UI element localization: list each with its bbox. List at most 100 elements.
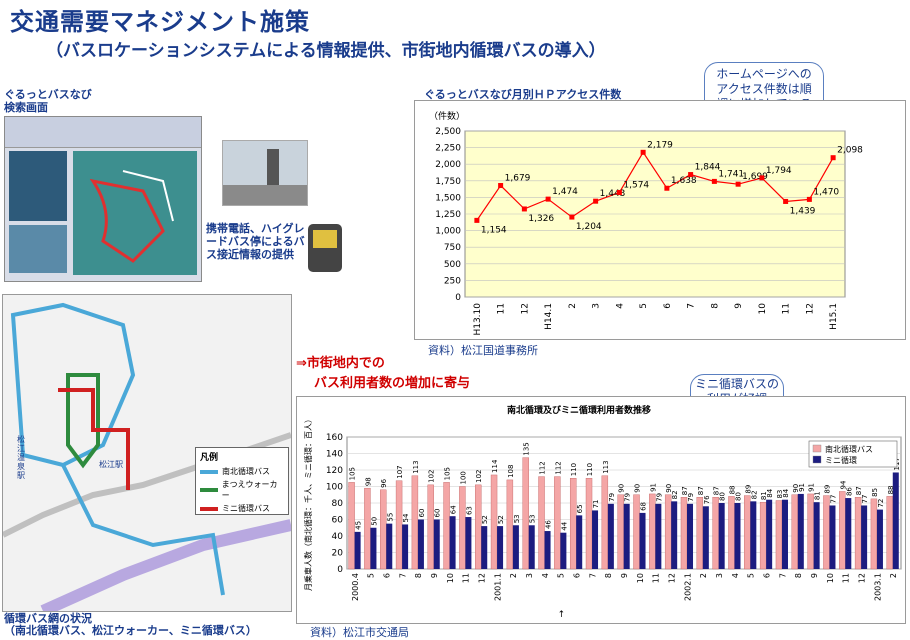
x-tick-label: 12: [805, 303, 815, 314]
bar-value-label: 85: [871, 488, 879, 497]
bar-value-label: 113: [412, 460, 420, 473]
bar-mini: [671, 501, 678, 569]
bar-value-label: 68: [640, 502, 648, 511]
bar-nanboku: [475, 484, 482, 570]
bar-mini: [402, 524, 409, 569]
bar-mini: [607, 503, 614, 569]
bar-value-label: 110: [570, 463, 578, 476]
bar-value-label: 80: [734, 492, 742, 501]
bar-value-label: 88: [887, 485, 895, 494]
search-screen-image: [4, 116, 202, 282]
access-data-point: [521, 206, 527, 212]
bar-mini: [623, 503, 630, 569]
bar-mini: [465, 517, 472, 569]
y-tick-label: 1,250: [435, 210, 461, 220]
access-data-point: [474, 217, 480, 223]
y-tick-label: 160: [326, 433, 343, 443]
bar-value-label: 84: [782, 488, 790, 497]
access-data-label: 1,470: [813, 187, 839, 197]
x-tick-label: H15.1: [829, 303, 839, 330]
bar-nanboku: [870, 498, 878, 570]
bar-value-label: 52: [481, 515, 489, 524]
bar-value-label: 113: [602, 460, 610, 473]
bar-nanboku: [585, 478, 593, 570]
bar-mini: [797, 493, 804, 569]
bar-nanboku: [617, 494, 624, 570]
bar-value-label: 54: [402, 513, 410, 522]
access-data-point: [688, 172, 694, 178]
x-tick-label: 2000.4: [351, 573, 360, 601]
bar-nanboku: [759, 501, 767, 570]
bar-value-label: 77: [861, 495, 869, 504]
map-caption-line2: （南北循環バス、松江ウォーカー、ミニ循環バス）: [4, 624, 257, 637]
access-line-chart: （件数） 0 250 500 750 1,000 1,250 1,500 1,750 2,000 2…: [414, 100, 906, 340]
bar-value-label: 105: [444, 467, 452, 480]
bar-value-label: 76: [703, 495, 711, 504]
x-tick-label: 2: [509, 573, 518, 578]
bar-nanboku: [886, 496, 893, 570]
bar-nanboku: [522, 457, 529, 570]
access-data-label: 2,179: [647, 140, 673, 150]
bar-mini: [592, 510, 599, 569]
annotation-arrow: ↑: [558, 610, 566, 620]
access-data-label: 1,741: [718, 169, 744, 179]
x-tick-label: 8: [414, 573, 423, 578]
bar-value-label: 135: [523, 442, 531, 455]
bar-mini: [433, 519, 440, 569]
bar-nanboku: [364, 487, 371, 570]
map-legend-items: 南北循環バス まつえウォーカー ミニ循環バス: [196, 465, 288, 515]
x-tick-label: 7: [687, 303, 697, 309]
bar-nanboku: [823, 495, 830, 570]
bar-mini: [876, 509, 883, 569]
x-tick-label: 2: [699, 573, 708, 578]
x-tick-label: 9: [810, 573, 819, 578]
page-subtitle: （バスロケーションシステムによる情報提供、市街地内循環バスの導入）: [46, 41, 606, 61]
access-data-point: [593, 198, 599, 204]
access-data-point: [664, 185, 670, 191]
x-tick-label: 2001.1: [493, 573, 502, 601]
bar-mini: [750, 501, 757, 569]
bar-nanboku: [664, 494, 672, 570]
bar-nanboku: [411, 475, 419, 570]
x-tick-label: 9: [620, 573, 629, 578]
x-tick-label: 2002.1: [683, 573, 692, 601]
y-tick-label: 20: [332, 549, 344, 559]
phone-caption: 携帯電話、ハイグレードバス停によるバス接近情報の提供: [206, 222, 305, 261]
access-data-point: [711, 178, 717, 184]
grid-panel: [9, 151, 67, 221]
x-tick-label: 3: [715, 573, 724, 578]
legend-label: 南北循環バス: [222, 467, 270, 476]
y-tick-label: 250: [444, 276, 461, 286]
bar-value-label: 64: [450, 505, 458, 514]
bar-mini: [481, 526, 488, 569]
y-tick-label: 1,500: [435, 193, 461, 203]
x-tick-label: 2: [889, 573, 898, 578]
bar-value-label: 112: [539, 461, 547, 474]
x-tick-label: 8: [794, 573, 803, 578]
x-tick-label: 5: [747, 573, 756, 578]
bar-value-label: 96: [380, 478, 388, 487]
access-data-point: [616, 189, 622, 195]
bar-mini: [560, 532, 567, 569]
y-tick-label: 0: [337, 565, 343, 575]
bar-nanboku: [839, 491, 846, 570]
access-data-label: 1,439: [790, 206, 816, 216]
x-tick-label: 7: [778, 573, 787, 578]
bar-nanboku: [775, 500, 783, 570]
bar-value-label: 90: [634, 484, 642, 493]
road: [223, 185, 307, 205]
access-data-label: 1,844: [695, 163, 721, 173]
y-tick-label: 1,750: [435, 177, 461, 187]
bar-mini: [829, 505, 836, 569]
x-tick-label: 8: [710, 303, 720, 309]
map-legend-item: まつえウォーカー: [196, 478, 288, 502]
x-tick-label: 11: [652, 573, 661, 583]
bar-value-label: 44: [560, 521, 568, 530]
x-tick-label: 5: [639, 303, 649, 309]
x-tick-label: 12: [857, 573, 866, 583]
bar-value-label: 81: [814, 491, 822, 500]
route-map-panel: [73, 151, 197, 275]
x-tick-label: 10: [826, 573, 835, 583]
page-title: 交通需要マネジメント施策: [10, 8, 310, 36]
access-data-point: [735, 181, 741, 187]
